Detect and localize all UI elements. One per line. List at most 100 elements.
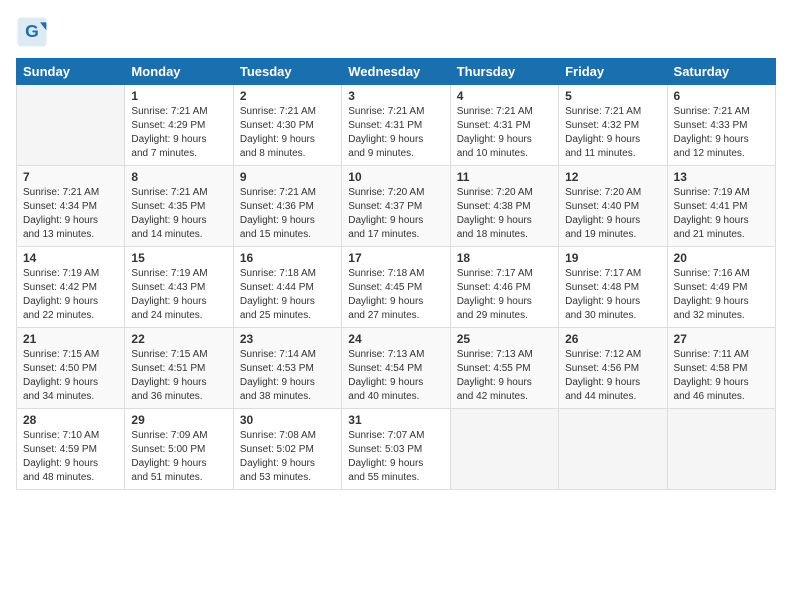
- day-info: Sunrise: 7:11 AM Sunset: 4:58 PM Dayligh…: [674, 348, 769, 404]
- day-info: Sunrise: 7:21 AM Sunset: 4:31 PM Dayligh…: [457, 105, 552, 161]
- day-number: 9: [240, 170, 335, 184]
- day-number: 16: [240, 251, 335, 265]
- calendar-day-cell: 22 Sunrise: 7:15 AM Sunset: 4:51 PM Dayli…: [125, 328, 233, 409]
- day-number: 2: [240, 89, 335, 103]
- day-number: 26: [565, 332, 660, 346]
- logo-icon: G: [16, 16, 48, 48]
- calendar-header-row: SundayMondayTuesdayWednesdayThursdayFrid…: [17, 59, 776, 85]
- day-of-week-header: Monday: [125, 59, 233, 85]
- calendar-day-cell: 21 Sunrise: 7:15 AM Sunset: 4:50 PM Dayli…: [17, 328, 125, 409]
- day-info: Sunrise: 7:21 AM Sunset: 4:31 PM Dayligh…: [348, 105, 443, 161]
- day-number: 22: [131, 332, 226, 346]
- day-number: 15: [131, 251, 226, 265]
- day-number: 13: [674, 170, 769, 184]
- day-of-week-header: Thursday: [450, 59, 558, 85]
- calendar-day-cell: 7 Sunrise: 7:21 AM Sunset: 4:34 PM Daylig…: [17, 166, 125, 247]
- day-info: Sunrise: 7:17 AM Sunset: 4:46 PM Dayligh…: [457, 267, 552, 323]
- calendar-day-cell: 14Sunrise: 7:19 AM Sunset: 4:42 PM Dayli…: [17, 247, 125, 328]
- day-number: 24: [348, 332, 443, 346]
- calendar-day-cell: 26 Sunrise: 7:12 AM Sunset: 4:56 PM Dayli…: [559, 328, 667, 409]
- calendar-day-cell: 5 Sunrise: 7:21 AM Sunset: 4:32 PM Daylig…: [559, 85, 667, 166]
- day-number: 3: [348, 89, 443, 103]
- calendar-table: SundayMondayTuesdayWednesdayThursdayFrid…: [16, 58, 776, 490]
- calendar-day-cell: 15 Sunrise: 7:19 AM Sunset: 4:43 PM Dayli…: [125, 247, 233, 328]
- day-info: Sunrise: 7:12 AM Sunset: 4:56 PM Dayligh…: [565, 348, 660, 404]
- calendar-day-cell: 23 Sunrise: 7:14 AM Sunset: 4:53 PM Dayli…: [233, 328, 341, 409]
- day-number: 7: [23, 170, 118, 184]
- day-info: Sunrise: 7:20 AM Sunset: 4:40 PM Dayligh…: [565, 186, 660, 242]
- calendar-day-cell: 18 Sunrise: 7:17 AM Sunset: 4:46 PM Dayli…: [450, 247, 558, 328]
- calendar-day-cell: [559, 409, 667, 490]
- day-number: 10: [348, 170, 443, 184]
- calendar-week-row: 21 Sunrise: 7:15 AM Sunset: 4:50 PM Dayli…: [17, 328, 776, 409]
- day-info: Sunrise: 7:21 AM Sunset: 4:30 PM Dayligh…: [240, 105, 335, 161]
- day-info: Sunrise: 7:21 AM Sunset: 4:32 PM Dayligh…: [565, 105, 660, 161]
- day-number: 25: [457, 332, 552, 346]
- calendar-week-row: 28Sunrise: 7:10 AM Sunset: 4:59 PM Dayli…: [17, 409, 776, 490]
- day-number: 14: [23, 251, 118, 265]
- day-number: 27: [674, 332, 769, 346]
- calendar-day-cell: 1 Sunrise: 7:21 AM Sunset: 4:29 PM Daylig…: [125, 85, 233, 166]
- calendar-day-cell: [450, 409, 558, 490]
- day-of-week-header: Wednesday: [342, 59, 450, 85]
- logo: G: [16, 16, 52, 48]
- calendar-day-cell: 24Sunrise: 7:13 AM Sunset: 4:54 PM Dayli…: [342, 328, 450, 409]
- day-info: Sunrise: 7:16 AM Sunset: 4:49 PM Dayligh…: [674, 267, 769, 323]
- day-info: Sunrise: 7:19 AM Sunset: 4:41 PM Dayligh…: [674, 186, 769, 242]
- calendar-day-cell: 12 Sunrise: 7:20 AM Sunset: 4:40 PM Dayli…: [559, 166, 667, 247]
- calendar-day-cell: 30 Sunrise: 7:08 AM Sunset: 5:02 PM Dayli…: [233, 409, 341, 490]
- day-info: Sunrise: 7:13 AM Sunset: 4:55 PM Dayligh…: [457, 348, 552, 404]
- day-info: Sunrise: 7:21 AM Sunset: 4:33 PM Dayligh…: [674, 105, 769, 161]
- calendar-day-cell: 8Sunrise: 7:21 AM Sunset: 4:35 PM Daylig…: [125, 166, 233, 247]
- day-number: 21: [23, 332, 118, 346]
- calendar-day-cell: 28Sunrise: 7:10 AM Sunset: 4:59 PM Dayli…: [17, 409, 125, 490]
- day-info: Sunrise: 7:18 AM Sunset: 4:45 PM Dayligh…: [348, 267, 443, 323]
- day-info: Sunrise: 7:15 AM Sunset: 4:50 PM Dayligh…: [23, 348, 118, 404]
- day-of-week-header: Friday: [559, 59, 667, 85]
- calendar-day-cell: [17, 85, 125, 166]
- calendar-day-cell: 6Sunrise: 7:21 AM Sunset: 4:33 PM Daylig…: [667, 85, 775, 166]
- calendar-week-row: 7 Sunrise: 7:21 AM Sunset: 4:34 PM Daylig…: [17, 166, 776, 247]
- svg-text:G: G: [25, 21, 39, 41]
- day-info: Sunrise: 7:21 AM Sunset: 4:35 PM Dayligh…: [131, 186, 226, 242]
- day-info: Sunrise: 7:20 AM Sunset: 4:38 PM Dayligh…: [457, 186, 552, 242]
- day-number: 17: [348, 251, 443, 265]
- calendar-day-cell: 20Sunrise: 7:16 AM Sunset: 4:49 PM Dayli…: [667, 247, 775, 328]
- day-number: 23: [240, 332, 335, 346]
- day-of-week-header: Saturday: [667, 59, 775, 85]
- calendar-day-cell: 13 Sunrise: 7:19 AM Sunset: 4:41 PM Dayli…: [667, 166, 775, 247]
- day-info: Sunrise: 7:21 AM Sunset: 4:36 PM Dayligh…: [240, 186, 335, 242]
- day-info: Sunrise: 7:15 AM Sunset: 4:51 PM Dayligh…: [131, 348, 226, 404]
- day-number: 18: [457, 251, 552, 265]
- header: G: [16, 16, 776, 48]
- calendar-day-cell: 29Sunrise: 7:09 AM Sunset: 5:00 PM Dayli…: [125, 409, 233, 490]
- day-info: Sunrise: 7:14 AM Sunset: 4:53 PM Dayligh…: [240, 348, 335, 404]
- calendar-day-cell: 19 Sunrise: 7:17 AM Sunset: 4:48 PM Dayli…: [559, 247, 667, 328]
- calendar-day-cell: 11 Sunrise: 7:20 AM Sunset: 4:38 PM Dayli…: [450, 166, 558, 247]
- calendar-day-cell: 31Sunrise: 7:07 AM Sunset: 5:03 PM Dayli…: [342, 409, 450, 490]
- day-info: Sunrise: 7:21 AM Sunset: 4:29 PM Dayligh…: [131, 105, 226, 161]
- day-number: 4: [457, 89, 552, 103]
- calendar-week-row: 14Sunrise: 7:19 AM Sunset: 4:42 PM Dayli…: [17, 247, 776, 328]
- day-info: Sunrise: 7:09 AM Sunset: 5:00 PM Dayligh…: [131, 429, 226, 485]
- day-info: Sunrise: 7:10 AM Sunset: 4:59 PM Dayligh…: [23, 429, 118, 485]
- day-number: 1: [131, 89, 226, 103]
- calendar-day-cell: 27 Sunrise: 7:11 AM Sunset: 4:58 PM Dayli…: [667, 328, 775, 409]
- day-info: Sunrise: 7:07 AM Sunset: 5:03 PM Dayligh…: [348, 429, 443, 485]
- calendar-day-cell: 17 Sunrise: 7:18 AM Sunset: 4:45 PM Dayli…: [342, 247, 450, 328]
- day-number: 19: [565, 251, 660, 265]
- day-number: 12: [565, 170, 660, 184]
- day-info: Sunrise: 7:17 AM Sunset: 4:48 PM Dayligh…: [565, 267, 660, 323]
- day-number: 5: [565, 89, 660, 103]
- calendar-day-cell: 10Sunrise: 7:20 AM Sunset: 4:37 PM Dayli…: [342, 166, 450, 247]
- day-info: Sunrise: 7:08 AM Sunset: 5:02 PM Dayligh…: [240, 429, 335, 485]
- calendar-day-cell: 3 Sunrise: 7:21 AM Sunset: 4:31 PM Daylig…: [342, 85, 450, 166]
- day-number: 30: [240, 413, 335, 427]
- calendar-container: G SundayMondayTuesdayWednesdayThursdayFr…: [0, 0, 792, 612]
- day-number: 11: [457, 170, 552, 184]
- day-info: Sunrise: 7:18 AM Sunset: 4:44 PM Dayligh…: [240, 267, 335, 323]
- calendar-day-cell: 2 Sunrise: 7:21 AM Sunset: 4:30 PM Daylig…: [233, 85, 341, 166]
- calendar-day-cell: 25 Sunrise: 7:13 AM Sunset: 4:55 PM Dayli…: [450, 328, 558, 409]
- day-info: Sunrise: 7:21 AM Sunset: 4:34 PM Dayligh…: [23, 186, 118, 242]
- day-info: Sunrise: 7:19 AM Sunset: 4:43 PM Dayligh…: [131, 267, 226, 323]
